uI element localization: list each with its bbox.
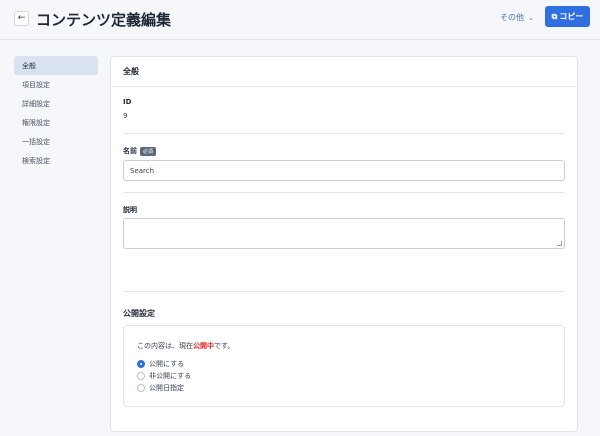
more-menu-label: その他 [500, 13, 524, 22]
name-label-text: 名前 [123, 147, 137, 155]
copy-button[interactable]: ⧉ コピー [545, 6, 590, 27]
radio-unchecked-icon[interactable] [137, 372, 145, 380]
sidebar-item-label: 一括設定 [22, 137, 50, 146]
divider [123, 133, 565, 134]
radio-label: 公開にする [149, 360, 185, 368]
resize-grip-icon[interactable] [557, 241, 562, 246]
status-prefix: この内容は、現在 [137, 342, 193, 350]
sidebar-item-permissions[interactable]: 権限設定 [14, 113, 98, 132]
id-value: 9 [123, 112, 128, 120]
description-label-text: 説明 [123, 206, 137, 214]
back-button[interactable]: ← [14, 11, 29, 26]
divider [123, 192, 565, 193]
description-textarea[interactable] [123, 218, 565, 249]
sidebar-item-search[interactable]: 検索設定 [14, 151, 98, 170]
card-title: 全般 [111, 57, 577, 87]
chevron-down-icon: ⌄ [528, 13, 534, 22]
radio-checked-icon[interactable] [137, 360, 145, 368]
sidebar-item-bulk[interactable]: 一括設定 [14, 132, 98, 151]
sidebar-item-general[interactable]: 全般 [14, 56, 98, 75]
page-header: ← コンテンツ定義編集 その他 ⌄ ⧉ コピー [0, 0, 600, 40]
name-input[interactable] [123, 160, 565, 181]
copy-button-label: コピー [559, 12, 584, 21]
arrow-left-icon: ← [17, 13, 26, 23]
more-menu-button[interactable]: その他 ⌄ [500, 12, 534, 23]
sidebar-item-label: 詳細設定 [22, 99, 50, 108]
sidebar-item-label: 権限設定 [22, 118, 50, 127]
name-label: 名前 必須 [123, 146, 157, 156]
settings-card: 全般 ID 9 名前 必須 説明 公開設定 この内容は、現在公開中です。 公開に… [110, 56, 578, 432]
status-suffix: です。 [214, 342, 235, 350]
divider [123, 291, 565, 292]
description-label: 説明 [123, 205, 137, 215]
sidebar-item-label: 検索設定 [22, 156, 50, 165]
radio-label: 公開日指定 [149, 384, 184, 392]
copy-icon: ⧉ [551, 11, 558, 21]
sidebar-item-label: 項目設定 [22, 80, 50, 89]
publish-section-title: 公開設定 [123, 309, 155, 318]
page-title: コンテンツ定義編集 [36, 11, 172, 29]
radio-option-public[interactable]: 公開にする [137, 359, 184, 369]
radio-unchecked-icon[interactable] [137, 384, 145, 392]
required-badge: 必須 [140, 146, 157, 156]
id-label: ID [123, 98, 131, 106]
id-label-text: ID [123, 98, 132, 106]
sidebar-item-details[interactable]: 詳細設定 [14, 94, 98, 113]
radio-label: 非公開にする [149, 372, 192, 380]
sidebar-item-fields[interactable]: 項目設定 [14, 75, 98, 94]
sidebar-item-label: 全般 [22, 61, 36, 70]
publish-settings-box: この内容は、現在公開中です。 公開にする 非公開にする 公開日指定 [123, 325, 565, 407]
sidebar: 全般 項目設定 詳細設定 権限設定 一括設定 検索設定 [14, 56, 98, 170]
radio-option-scheduled[interactable]: 公開日指定 [137, 383, 184, 393]
publish-status-text: この内容は、現在公開中です。 [137, 341, 234, 351]
radio-option-private[interactable]: 非公開にする [137, 371, 191, 381]
status-badge: 公開中 [193, 342, 214, 350]
